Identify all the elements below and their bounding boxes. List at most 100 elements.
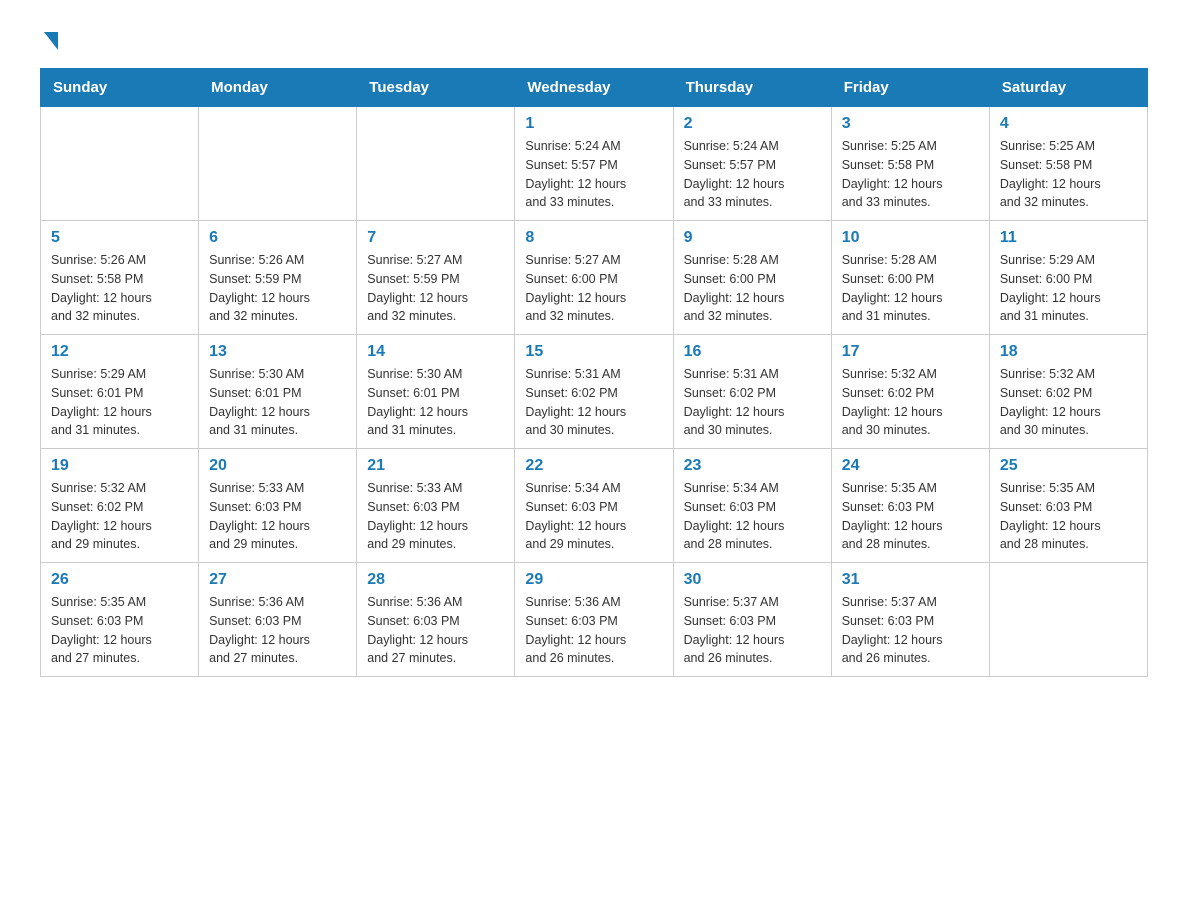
week-row-1: 1Sunrise: 5:24 AMSunset: 5:57 PMDaylight… bbox=[41, 107, 1148, 221]
calendar-cell: 5 Sunrise: 5:26 AMSunset: 5:58 PMDaylight… bbox=[41, 221, 199, 335]
day-info: Sunrise: 5:37 AMSunset: 6:03 PMDaylight:… bbox=[842, 593, 979, 668]
calendar-cell: 29 Sunrise: 5:36 AMSunset: 6:03 PMDayligh… bbox=[515, 563, 673, 677]
weekday-header-sunday: Sunday bbox=[41, 69, 199, 107]
calendar-cell: 14Sunrise: 5:30 AMSunset: 6:01 PMDayligh… bbox=[357, 335, 515, 449]
day-number: 25 bbox=[1000, 457, 1137, 475]
day-number: 5 bbox=[51, 229, 188, 247]
day-info: Sunrise: 5:27 AMSunset: 5:59 PMDaylight:… bbox=[367, 251, 504, 326]
calendar-cell: 17 Sunrise: 5:32 AMSunset: 6:02 PMDayligh… bbox=[831, 335, 989, 449]
day-number: 2 bbox=[684, 115, 821, 133]
weekday-header-monday: Monday bbox=[199, 69, 357, 107]
day-number: 6 bbox=[209, 229, 346, 247]
calendar-cell: 31 Sunrise: 5:37 AMSunset: 6:03 PMDayligh… bbox=[831, 563, 989, 677]
day-info: Sunrise: 5:35 AMSunset: 6:03 PMDaylight:… bbox=[842, 479, 979, 554]
calendar-cell: 26 Sunrise: 5:35 AMSunset: 6:03 PMDayligh… bbox=[41, 563, 199, 677]
calendar-cell: 30 Sunrise: 5:37 AMSunset: 6:03 PMDayligh… bbox=[673, 563, 831, 677]
day-info: Sunrise: 5:25 AMSunset: 5:58 PMDaylight:… bbox=[842, 137, 979, 212]
day-info: Sunrise: 5:29 AMSunset: 6:00 PMDaylight:… bbox=[1000, 251, 1137, 326]
calendar-table: SundayMondayTuesdayWednesdayThursdayFrid… bbox=[40, 68, 1148, 677]
day-info: Sunrise: 5:36 AMSunset: 6:03 PMDaylight:… bbox=[525, 593, 662, 668]
day-number: 12 bbox=[51, 343, 188, 361]
day-info: Sunrise: 5:34 AMSunset: 6:03 PMDaylight:… bbox=[525, 479, 662, 554]
day-number: 29 bbox=[525, 571, 662, 589]
calendar-cell: 13 Sunrise: 5:30 AMSunset: 6:01 PMDayligh… bbox=[199, 335, 357, 449]
calendar-cell: 22Sunrise: 5:34 AMSunset: 6:03 PMDayligh… bbox=[515, 449, 673, 563]
calendar-cell: 12 Sunrise: 5:29 AMSunset: 6:01 PMDayligh… bbox=[41, 335, 199, 449]
day-number: 27 bbox=[209, 571, 346, 589]
calendar-cell: 25 Sunrise: 5:35 AMSunset: 6:03 PMDayligh… bbox=[989, 449, 1147, 563]
day-number: 8 bbox=[525, 229, 662, 247]
calendar-cell: 21Sunrise: 5:33 AMSunset: 6:03 PMDayligh… bbox=[357, 449, 515, 563]
weekday-header-saturday: Saturday bbox=[989, 69, 1147, 107]
day-info: Sunrise: 5:36 AMSunset: 6:03 PMDaylight:… bbox=[209, 593, 346, 668]
day-info: Sunrise: 5:32 AMSunset: 6:02 PMDaylight:… bbox=[1000, 365, 1137, 440]
day-number: 28 bbox=[367, 571, 504, 589]
day-number: 23 bbox=[684, 457, 821, 475]
calendar-cell bbox=[989, 563, 1147, 677]
calendar-cell: 11 Sunrise: 5:29 AMSunset: 6:00 PMDayligh… bbox=[989, 221, 1147, 335]
calendar-cell: 7 Sunrise: 5:27 AMSunset: 5:59 PMDaylight… bbox=[357, 221, 515, 335]
day-number: 19 bbox=[51, 457, 188, 475]
day-info: Sunrise: 5:30 AMSunset: 6:01 PMDaylight:… bbox=[209, 365, 346, 440]
day-info: Sunrise: 5:36 AMSunset: 6:03 PMDaylight:… bbox=[367, 593, 504, 668]
day-info: Sunrise: 5:29 AMSunset: 6:01 PMDaylight:… bbox=[51, 365, 188, 440]
day-info: Sunrise: 5:34 AMSunset: 6:03 PMDaylight:… bbox=[684, 479, 821, 554]
calendar-cell: 8 Sunrise: 5:27 AMSunset: 6:00 PMDaylight… bbox=[515, 221, 673, 335]
week-row-4: 19 Sunrise: 5:32 AMSunset: 6:02 PMDayligh… bbox=[41, 449, 1148, 563]
day-number: 15 bbox=[525, 343, 662, 361]
day-number: 14 bbox=[367, 343, 504, 361]
day-number: 11 bbox=[1000, 229, 1137, 247]
week-row-2: 5 Sunrise: 5:26 AMSunset: 5:58 PMDaylight… bbox=[41, 221, 1148, 335]
calendar-cell: 3Sunrise: 5:25 AMSunset: 5:58 PMDaylight… bbox=[831, 107, 989, 221]
day-number: 13 bbox=[209, 343, 346, 361]
day-number: 31 bbox=[842, 571, 979, 589]
calendar-cell: 6Sunrise: 5:26 AMSunset: 5:59 PMDaylight… bbox=[199, 221, 357, 335]
day-info: Sunrise: 5:24 AMSunset: 5:57 PMDaylight:… bbox=[525, 137, 662, 212]
calendar-header-row: SundayMondayTuesdayWednesdayThursdayFrid… bbox=[41, 69, 1148, 107]
day-number: 26 bbox=[51, 571, 188, 589]
day-info: Sunrise: 5:35 AMSunset: 6:03 PMDaylight:… bbox=[1000, 479, 1137, 554]
day-info: Sunrise: 5:27 AMSunset: 6:00 PMDaylight:… bbox=[525, 251, 662, 326]
day-info: Sunrise: 5:32 AMSunset: 6:02 PMDaylight:… bbox=[842, 365, 979, 440]
day-info: Sunrise: 5:24 AMSunset: 5:57 PMDaylight:… bbox=[684, 137, 821, 212]
day-number: 18 bbox=[1000, 343, 1137, 361]
day-info: Sunrise: 5:32 AMSunset: 6:02 PMDaylight:… bbox=[51, 479, 188, 554]
day-number: 4 bbox=[1000, 115, 1137, 133]
day-info: Sunrise: 5:37 AMSunset: 6:03 PMDaylight:… bbox=[684, 593, 821, 668]
day-number: 24 bbox=[842, 457, 979, 475]
calendar-cell: 15 Sunrise: 5:31 AMSunset: 6:02 PMDayligh… bbox=[515, 335, 673, 449]
day-info: Sunrise: 5:28 AMSunset: 6:00 PMDaylight:… bbox=[842, 251, 979, 326]
logo-arrow-icon bbox=[44, 32, 58, 50]
calendar-cell: 16Sunrise: 5:31 AMSunset: 6:02 PMDayligh… bbox=[673, 335, 831, 449]
calendar-cell: 4 Sunrise: 5:25 AMSunset: 5:58 PMDaylight… bbox=[989, 107, 1147, 221]
calendar-cell: 23 Sunrise: 5:34 AMSunset: 6:03 PMDayligh… bbox=[673, 449, 831, 563]
page-header bbox=[40, 30, 1148, 48]
day-info: Sunrise: 5:25 AMSunset: 5:58 PMDaylight:… bbox=[1000, 137, 1137, 212]
calendar-cell: 1Sunrise: 5:24 AMSunset: 5:57 PMDaylight… bbox=[515, 107, 673, 221]
calendar-cell: 19 Sunrise: 5:32 AMSunset: 6:02 PMDayligh… bbox=[41, 449, 199, 563]
day-number: 9 bbox=[684, 229, 821, 247]
calendar-cell: 27 Sunrise: 5:36 AMSunset: 6:03 PMDayligh… bbox=[199, 563, 357, 677]
weekday-header-tuesday: Tuesday bbox=[357, 69, 515, 107]
calendar-cell bbox=[199, 107, 357, 221]
calendar-cell: 9 Sunrise: 5:28 AMSunset: 6:00 PMDaylight… bbox=[673, 221, 831, 335]
day-number: 16 bbox=[684, 343, 821, 361]
day-info: Sunrise: 5:26 AMSunset: 5:58 PMDaylight:… bbox=[51, 251, 188, 326]
day-number: 30 bbox=[684, 571, 821, 589]
day-info: Sunrise: 5:28 AMSunset: 6:00 PMDaylight:… bbox=[684, 251, 821, 326]
weekday-header-wednesday: Wednesday bbox=[515, 69, 673, 107]
day-number: 21 bbox=[367, 457, 504, 475]
day-info: Sunrise: 5:33 AMSunset: 6:03 PMDaylight:… bbox=[209, 479, 346, 554]
day-info: Sunrise: 5:35 AMSunset: 6:03 PMDaylight:… bbox=[51, 593, 188, 668]
calendar-cell: 28 Sunrise: 5:36 AMSunset: 6:03 PMDayligh… bbox=[357, 563, 515, 677]
week-row-3: 12 Sunrise: 5:29 AMSunset: 6:01 PMDayligh… bbox=[41, 335, 1148, 449]
day-info: Sunrise: 5:31 AMSunset: 6:02 PMDaylight:… bbox=[525, 365, 662, 440]
calendar-cell: 18 Sunrise: 5:32 AMSunset: 6:02 PMDayligh… bbox=[989, 335, 1147, 449]
weekday-header-friday: Friday bbox=[831, 69, 989, 107]
day-number: 20 bbox=[209, 457, 346, 475]
day-number: 17 bbox=[842, 343, 979, 361]
day-number: 10 bbox=[842, 229, 979, 247]
day-number: 7 bbox=[367, 229, 504, 247]
calendar-cell: 24 Sunrise: 5:35 AMSunset: 6:03 PMDayligh… bbox=[831, 449, 989, 563]
calendar-cell: 10 Sunrise: 5:28 AMSunset: 6:00 PMDayligh… bbox=[831, 221, 989, 335]
